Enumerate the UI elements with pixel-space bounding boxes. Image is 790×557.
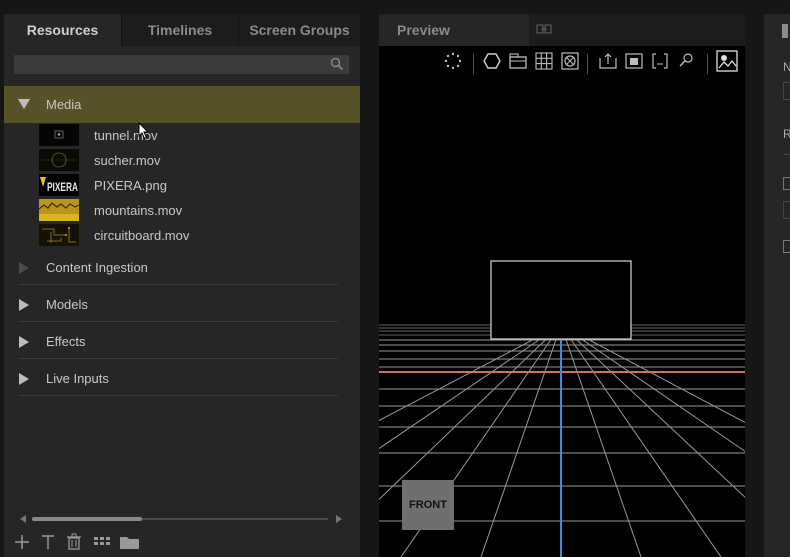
folder-label: Content Ingestion (46, 260, 148, 275)
folder-label: Media (46, 97, 82, 112)
input-partial[interactable] (783, 201, 790, 219)
folder-media[interactable]: Media (4, 86, 360, 123)
scroll-right-icon[interactable] (336, 515, 342, 523)
collapse-icon[interactable] (19, 373, 29, 385)
scrollbar-thumb[interactable] (32, 517, 142, 521)
detach-icon[interactable] (536, 23, 552, 35)
tab-preview[interactable]: Preview (379, 14, 529, 46)
folder-effects[interactable]: Effects (4, 325, 360, 359)
preview-panel: Preview FRONT (379, 14, 745, 557)
trash-icon[interactable] (64, 532, 84, 552)
checkbox-partial[interactable] (783, 177, 790, 190)
collapse-icon[interactable] (19, 299, 29, 311)
svg-text:PIXERA: PIXERA (47, 180, 78, 194)
resources-toolbar (12, 532, 162, 554)
divider (18, 395, 338, 396)
target-icon[interactable] (561, 52, 579, 70)
tab-timelines[interactable]: Timelines (122, 14, 239, 46)
divider (18, 284, 338, 285)
folder-content-ingestion[interactable]: Content Ingestion (4, 251, 360, 285)
screen-icon[interactable] (625, 52, 643, 70)
divider (783, 154, 790, 155)
file-name: mountains.mov (94, 203, 183, 218)
layers-icon[interactable] (509, 52, 527, 70)
file-row-circuitboard[interactable]: circuitboard.mov (4, 223, 360, 248)
tunnel-thumb (39, 124, 79, 146)
expand-icon[interactable] (18, 99, 30, 109)
collapse-icon[interactable] (19, 336, 29, 348)
properties-tabbar (764, 14, 790, 46)
field-label-partial: N (783, 60, 790, 74)
hexagon-icon[interactable] (483, 52, 501, 70)
toolbar-divider (473, 54, 474, 74)
resources-tabbar: Resources Timelines Screen Groups (4, 14, 360, 46)
file-row-mountains[interactable]: mountains.mov (4, 198, 360, 223)
resources-panel: Resources Timelines Screen Groups Media … (4, 14, 360, 557)
grid-icon[interactable] (92, 532, 114, 552)
scroll-left-icon[interactable] (20, 515, 26, 523)
folder-models[interactable]: Models (4, 288, 360, 322)
front-orientation-badge[interactable]: FRONT (402, 480, 454, 530)
horizontal-scrollbar[interactable] (20, 514, 346, 524)
search-icon (330, 57, 344, 71)
search-icon[interactable] (677, 52, 695, 70)
folder-label: Models (46, 297, 88, 312)
view-toggle-icon[interactable] (716, 50, 738, 72)
folder-label: Live Inputs (46, 371, 109, 386)
field-label-partial: R (783, 127, 790, 141)
divider (18, 321, 338, 322)
file-row-tunnel[interactable]: tunnel.mov (4, 123, 360, 148)
pixera-logo-thumb: PIXERA (39, 174, 79, 196)
search-input[interactable] (14, 55, 349, 74)
checkbox-partial[interactable] (783, 240, 790, 253)
file-name: PIXERA.png (94, 178, 167, 193)
crop-icon[interactable] (651, 52, 669, 70)
sucher-thumb (39, 149, 79, 171)
text-icon[interactable] (38, 532, 58, 552)
tab-screen-groups[interactable]: Screen Groups (239, 14, 360, 46)
preview-viewport[interactable]: FRONT (379, 46, 745, 557)
add-icon[interactable] (12, 532, 32, 552)
grid-icon[interactable] (535, 52, 553, 70)
collapse-icon[interactable] (19, 262, 29, 274)
export-icon[interactable] (599, 52, 617, 70)
file-name: sucher.mov (94, 153, 161, 168)
file-row-sucher[interactable]: sucher.mov (4, 148, 360, 173)
folder-icon[interactable] (118, 532, 142, 552)
preview-tabbar (529, 14, 745, 46)
file-row-pixera[interactable]: PIXERA PIXERA.png (4, 173, 360, 198)
mouse-cursor-icon (138, 122, 150, 140)
mountains-thumb (39, 199, 79, 221)
tab-properties-partial[interactable] (782, 24, 788, 38)
circuitboard-thumb (39, 224, 79, 246)
file-name: circuitboard.mov (94, 228, 190, 243)
folder-live-inputs[interactable]: Live Inputs (4, 362, 360, 396)
screen-object (490, 260, 632, 340)
folder-label: Effects (46, 334, 86, 349)
input-partial[interactable] (783, 82, 790, 100)
toolbar-divider (707, 54, 708, 74)
divider (18, 358, 338, 359)
toolbar-divider (587, 54, 588, 74)
loading-icon[interactable] (444, 52, 462, 70)
tab-resources[interactable]: Resources (4, 14, 122, 46)
properties-panel: N R (764, 14, 790, 557)
